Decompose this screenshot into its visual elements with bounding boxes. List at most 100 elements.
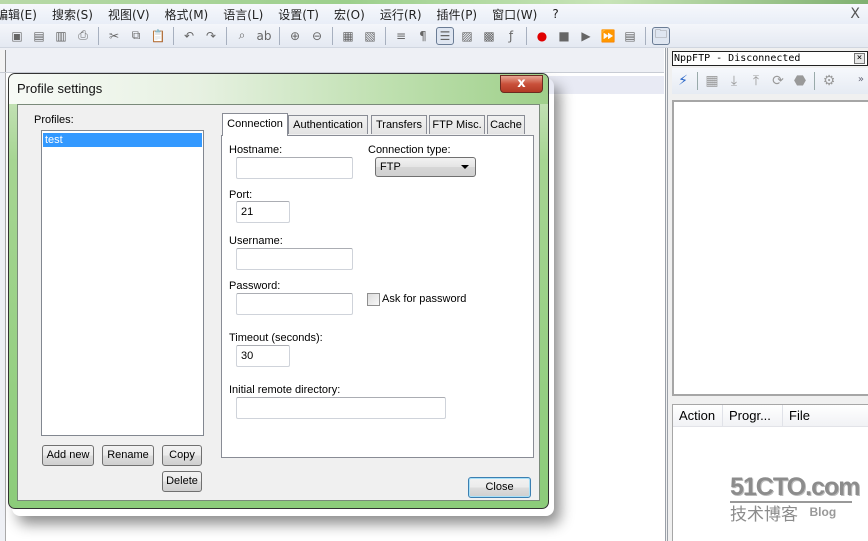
- save-macro-button[interactable]: ▤: [621, 27, 639, 45]
- ask-for-password-checkbox[interactable]: [367, 293, 380, 306]
- initial-remote-directory-input[interactable]: [236, 397, 446, 419]
- menu-plugins[interactable]: 插件(P): [430, 6, 486, 23]
- menu-run[interactable]: 运行(R): [373, 6, 430, 23]
- dialog-title: Profile settings: [17, 81, 103, 96]
- run-macro-multiple-icon: ⏩: [600, 28, 616, 43]
- menu-settings[interactable]: 设置(T): [271, 6, 327, 23]
- indent-guide-button[interactable]: ☰: [436, 26, 454, 45]
- tab-cache[interactable]: Cache: [487, 115, 525, 134]
- rename-button[interactable]: Rename: [102, 445, 154, 466]
- menu-format[interactable]: 格式(M): [158, 6, 217, 23]
- username-input[interactable]: [236, 248, 353, 270]
- sync-horizontal-button[interactable]: ▧: [361, 27, 379, 45]
- document-map-button[interactable]: ▩: [480, 27, 498, 45]
- copy-button[interactable]: ⧉: [127, 27, 145, 45]
- close-file-button[interactable]: ▤: [30, 27, 48, 45]
- upload-button[interactable]: ⤒: [746, 71, 766, 91]
- menu-macro[interactable]: 宏(O): [327, 6, 373, 23]
- tab-transfers[interactable]: Transfers: [371, 115, 427, 134]
- nppftp-panel: NppFTP - Disconnected × ⚡ ▦ ⤓ ⤒ ⟳ ⬣ ⚙ » Action…: [665, 48, 868, 541]
- close-icon[interactable]: ×: [854, 53, 865, 64]
- profile-item[interactable]: test: [43, 133, 202, 147]
- menu-window[interactable]: 窗口(W): [485, 6, 545, 23]
- profile-settings-dialog: Profile settings x Profiles: test Add ne…: [8, 73, 549, 509]
- function-list-icon: ƒ: [508, 28, 514, 43]
- chevron-right-icon[interactable]: »: [858, 74, 864, 85]
- replace-button[interactable]: ab: [255, 27, 273, 45]
- download-button[interactable]: ⤓: [724, 71, 744, 91]
- function-list-button[interactable]: ƒ: [502, 27, 520, 45]
- user-language-button[interactable]: ▨: [458, 27, 476, 45]
- record-macro-button[interactable]: ●: [533, 27, 551, 45]
- redo-button[interactable]: ↷: [202, 27, 220, 45]
- undo-icon: ↶: [183, 28, 195, 43]
- close-all-button[interactable]: ▥: [52, 27, 70, 45]
- editor-tab-strip: [0, 48, 664, 73]
- copy-button[interactable]: Copy: [162, 445, 202, 466]
- open-directory-button[interactable]: ▦: [702, 71, 722, 91]
- port-input[interactable]: 21: [236, 201, 290, 223]
- replace-icon: ab: [256, 28, 272, 43]
- editor-margin: [0, 73, 6, 541]
- zoom-out-icon: ⊖: [311, 28, 323, 43]
- save-all-button[interactable]: ▣: [8, 27, 26, 45]
- queue-column-file[interactable]: File: [783, 405, 868, 426]
- delete-button[interactable]: Delete: [162, 471, 202, 492]
- save-all-icon: ▣: [11, 28, 23, 43]
- settings-button[interactable]: ⚙: [819, 71, 839, 91]
- undo-button[interactable]: ↶: [180, 27, 198, 45]
- queue-column-progress[interactable]: Progr...: [723, 405, 783, 426]
- user-language-icon: ▨: [461, 28, 473, 43]
- connect-button[interactable]: ⚡: [673, 71, 693, 91]
- password-input[interactable]: [236, 293, 353, 315]
- profiles-list[interactable]: test: [41, 130, 204, 436]
- nppftp-show-button[interactable]: 🗀: [652, 26, 670, 45]
- menu-view[interactable]: 视图(V): [101, 6, 158, 23]
- play-macro-button[interactable]: ▶: [577, 27, 595, 45]
- stop-macro-icon: ■: [558, 28, 570, 43]
- close-button[interactable]: Close: [468, 477, 531, 498]
- toolbar-separator: [332, 26, 333, 45]
- toolbar-separator: [645, 26, 646, 45]
- watermark-logo: 51CTO.com: [730, 473, 860, 501]
- add-new-button[interactable]: Add new: [42, 445, 94, 466]
- tab-authentication[interactable]: Authentication: [288, 115, 368, 134]
- cut-button[interactable]: ✂: [105, 27, 123, 45]
- ask-for-password-label[interactable]: Ask for password: [382, 293, 466, 305]
- word-wrap-button[interactable]: ≡: [392, 27, 410, 45]
- close-document-icon[interactable]: X: [850, 6, 860, 22]
- sync-vertical-button[interactable]: ▦: [339, 27, 357, 45]
- tab-ftp-misc[interactable]: FTP Misc.: [429, 115, 485, 134]
- dialog-close-button[interactable]: x: [500, 75, 543, 93]
- zoom-out-button[interactable]: ⊖: [308, 27, 326, 45]
- menu-search[interactable]: 搜索(S): [45, 6, 101, 23]
- play-macro-icon: ▶: [581, 28, 591, 43]
- dialog-title-bar[interactable]: Profile settings x: [9, 74, 548, 104]
- main-toolbar: ▣ ▤ ▥ ⎙ ✂ ⧉ 📋 ↶ ↷ ⌕ ab ⊕ ⊖ ▦ ▧ ≡ ¶ ☰ ▨ ▩ ƒ ● ■ ▶ ⏩ ▤ 🗀: [0, 24, 868, 48]
- menu-language[interactable]: 语言(L): [216, 6, 271, 23]
- tab-connection[interactable]: Connection: [222, 113, 288, 136]
- paste-button[interactable]: 📋: [149, 27, 167, 45]
- abort-button[interactable]: ⬣: [790, 71, 810, 91]
- connection-tab-panel: Hostname: Connection type: FTP Port: 21 …: [221, 135, 534, 458]
- connection-type-select[interactable]: FTP: [375, 157, 476, 177]
- chevron-down-icon: [461, 165, 469, 169]
- stop-macro-button[interactable]: ■: [555, 27, 573, 45]
- print-button[interactable]: ⎙: [74, 27, 92, 45]
- username-label: Username:: [229, 235, 283, 247]
- run-macro-multiple-button[interactable]: ⏩: [599, 27, 617, 45]
- menu-edit[interactable]: 编辑(E): [0, 6, 45, 23]
- timeout-input[interactable]: 30: [236, 345, 290, 367]
- menu-help[interactable]: ?: [545, 7, 566, 21]
- hostname-input[interactable]: [236, 157, 353, 179]
- copy-icon: ⧉: [131, 28, 141, 42]
- zoom-in-button[interactable]: ⊕: [286, 27, 304, 45]
- queue-column-action[interactable]: Action: [673, 405, 723, 426]
- show-all-chars-icon: ¶: [419, 28, 427, 43]
- refresh-button[interactable]: ⟳: [768, 71, 788, 91]
- remote-file-tree[interactable]: [672, 100, 868, 396]
- find-button[interactable]: ⌕: [233, 27, 251, 45]
- word-wrap-icon: ≡: [395, 28, 407, 43]
- show-all-chars-button[interactable]: ¶: [414, 27, 432, 45]
- editor-tab[interactable]: [0, 50, 6, 72]
